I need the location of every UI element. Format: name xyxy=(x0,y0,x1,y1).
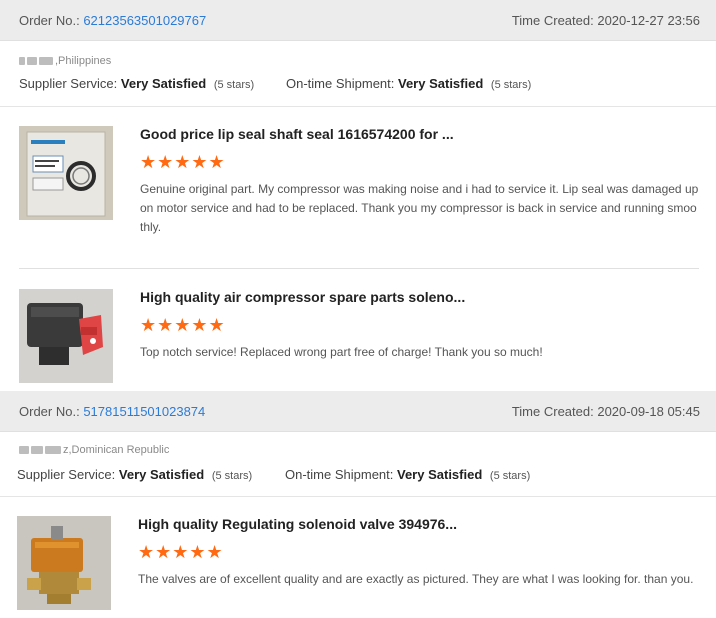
order-number-label: Order No.: xyxy=(19,404,80,419)
supplier-service-label: Supplier Service: xyxy=(19,76,118,91)
supplier-service-rating: Supplier Service: Very Satisfied (5 star… xyxy=(17,467,252,482)
buyer-info: ,Philippines Supplier Service: Very Sati… xyxy=(0,41,716,107)
masked-name xyxy=(19,57,25,66)
masked-name xyxy=(31,446,43,455)
star-icon: ★★★★★ xyxy=(140,315,226,335)
time-created-value: 2020-12-27 23:56 xyxy=(597,13,700,28)
product-title-link[interactable]: High quality Regulating solenoid valve 3… xyxy=(138,516,457,532)
order-header: Order No.: 62123563501029767 Time Create… xyxy=(0,0,716,41)
star-icon: ★★★★★ xyxy=(140,152,226,172)
time-created-value: 2020-09-18 05:45 xyxy=(597,404,700,419)
review-item: High quality air compressor spare parts … xyxy=(0,269,716,390)
order-number-link[interactable]: 62123563501029767 xyxy=(83,13,206,28)
product-thumbnail[interactable] xyxy=(19,126,113,220)
product-thumbnail[interactable] xyxy=(19,289,113,383)
shipment-rating: On-time Shipment: Very Satisfied (5 star… xyxy=(286,76,531,91)
buyer-location: ,Philippines xyxy=(19,55,111,67)
review-text: Top notch service! Replaced wrong part f… xyxy=(140,345,543,359)
shipment-stars: (5 stars) xyxy=(490,79,532,91)
supplier-service-stars: (5 stars) xyxy=(213,79,255,91)
buyer-location-text: z,Dominican Republic xyxy=(63,444,170,456)
shipment-label: On-time Shipment: xyxy=(286,76,395,91)
review-item: High quality Regulating solenoid valve 3… xyxy=(0,497,716,618)
shipment-value: Very Satisfied xyxy=(398,76,484,91)
supplier-service-rating: Supplier Service: Very Satisfied (5 star… xyxy=(19,76,254,91)
time-created-label: Time Created: xyxy=(511,404,594,419)
supplier-service-label: Supplier Service: xyxy=(17,467,116,482)
buyer-location-text: ,Philippines xyxy=(55,55,112,67)
masked-name xyxy=(19,446,29,455)
supplier-service-value: Very Satisfied xyxy=(120,76,207,91)
product-title-link[interactable]: Good price lip seal shaft seal 161657420… xyxy=(140,126,454,142)
star-icon: ★★★★★ xyxy=(138,542,224,562)
order-number-link[interactable]: 51781511501023874 xyxy=(83,404,205,419)
review-text: The valves are of excellent quality and … xyxy=(138,572,694,586)
buyer-info: z,Dominican Republic Supplier Service: V… xyxy=(0,432,716,497)
order-number-row: Order No.: 62123563501029767 xyxy=(19,13,206,28)
supplier-service-value: Very Satisfied xyxy=(118,467,205,482)
shipment-rating: On-time Shipment: Very Satisfied (5 star… xyxy=(285,467,530,482)
buyer-location: z,Dominican Republic xyxy=(19,444,169,456)
order-number-label: Order No.: xyxy=(19,13,80,28)
time-created: Time Created: 2020-09-18 05:45 xyxy=(512,404,700,419)
time-created: Time Created: 2020-12-27 23:56 xyxy=(512,13,700,28)
shipment-value: Very Satisfied xyxy=(397,467,483,482)
review-item: Good price lip seal shaft seal 161657420… xyxy=(0,107,716,267)
shipment-label: On-time Shipment: xyxy=(285,467,394,482)
review-text: Genuine original part. My compressor was… xyxy=(140,182,699,234)
time-created-label: Time Created: xyxy=(511,13,594,28)
masked-name xyxy=(27,57,37,66)
order-number-row: Order No.: 51781511501023874 xyxy=(19,404,205,419)
masked-name xyxy=(39,57,53,66)
supplier-service-stars: (5 stars) xyxy=(211,470,253,482)
shipment-stars: (5 stars) xyxy=(489,470,531,482)
order-header: Order No.: 51781511501023874 Time Create… xyxy=(0,391,716,432)
product-thumbnail[interactable] xyxy=(17,516,111,610)
product-title-link[interactable]: High quality air compressor spare parts … xyxy=(140,289,465,305)
masked-name xyxy=(45,446,61,455)
